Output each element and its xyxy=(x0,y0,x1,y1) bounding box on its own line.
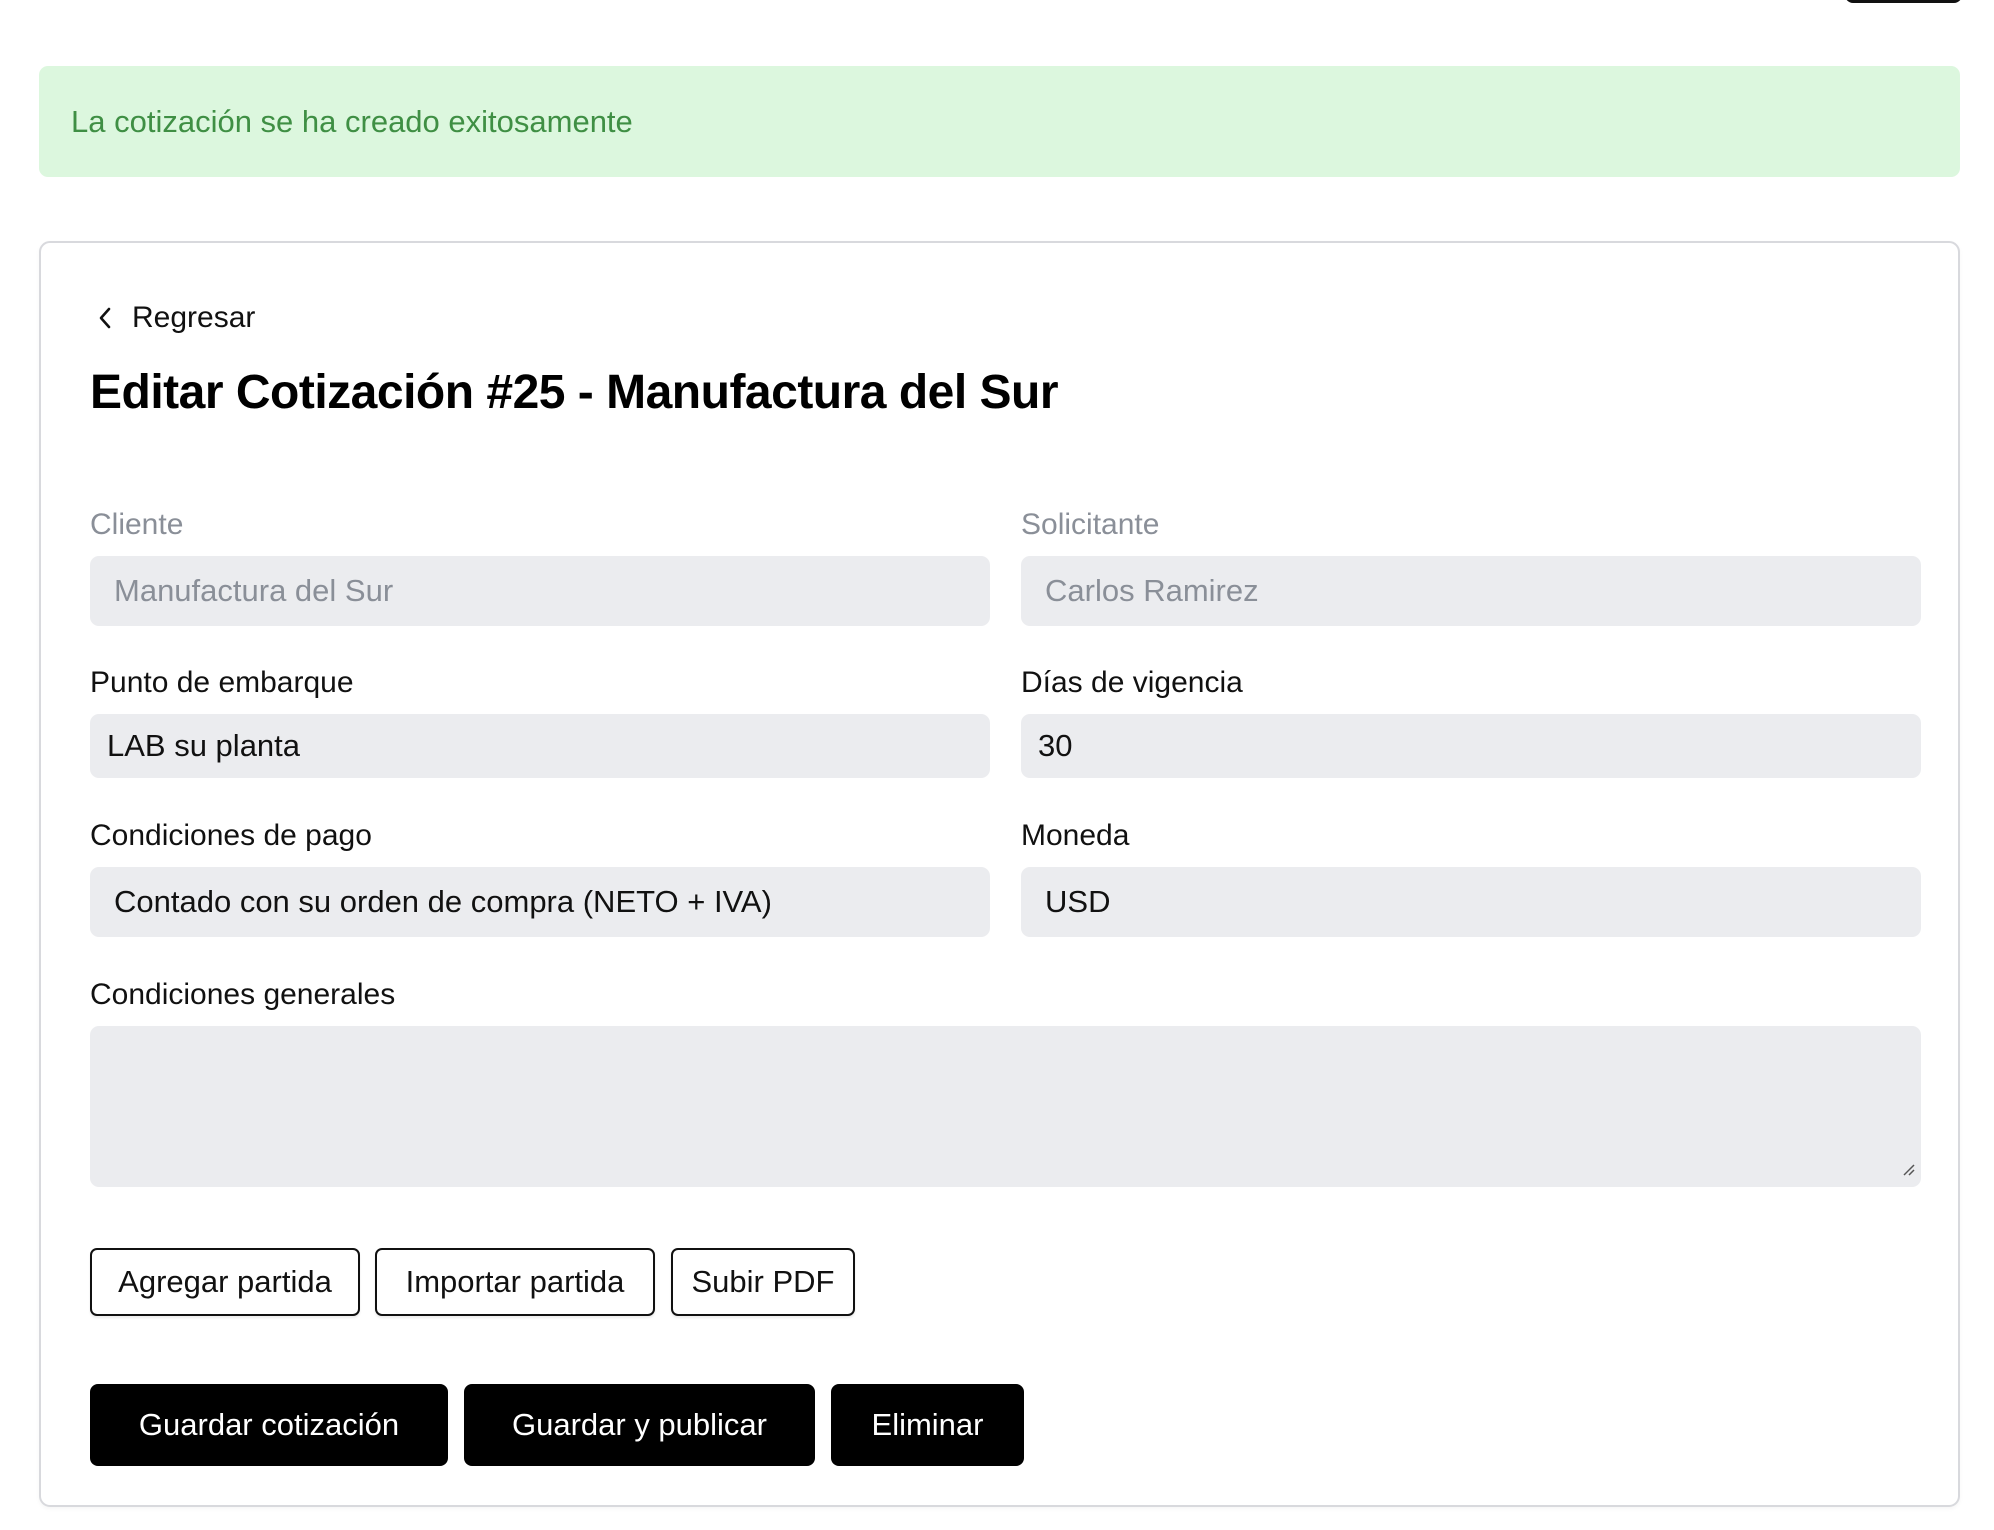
dias-vigencia-label: Días de vigencia xyxy=(1021,666,1243,699)
chevron-left-icon xyxy=(98,306,112,330)
resize-handle-icon[interactable] xyxy=(1901,1162,1915,1181)
subir-pdf-button[interactable]: Subir PDF xyxy=(671,1248,855,1316)
top-edge-button[interactable] xyxy=(1845,0,1962,3)
condiciones-pago-select[interactable]: Contado con su orden de compra (NETO + I… xyxy=(90,867,990,937)
condiciones-generales-label: Condiciones generales xyxy=(90,978,396,1011)
condiciones-pago-value: Contado con su orden de compra (NETO + I… xyxy=(114,884,772,919)
guardar-cotizacion-button[interactable]: Guardar cotización xyxy=(90,1384,448,1466)
solicitante-input xyxy=(1045,556,1921,626)
moneda-value: USD xyxy=(1045,884,1111,919)
condiciones-pago-label: Condiciones de pago xyxy=(90,819,372,852)
agregar-partida-button[interactable]: Agregar partida xyxy=(90,1248,360,1316)
dias-vigencia-field[interactable] xyxy=(1021,714,1921,778)
success-alert-message: La cotización se ha creado exitosamente xyxy=(71,103,633,139)
punto-embarque-field[interactable] xyxy=(90,714,990,778)
quote-edit-card: Regresar Editar Cotización #25 - Manufac… xyxy=(39,241,1960,1507)
solicitante-field xyxy=(1021,556,1921,626)
dias-vigencia-input[interactable] xyxy=(1038,714,1921,778)
guardar-publicar-button[interactable]: Guardar y publicar xyxy=(464,1384,815,1466)
punto-embarque-input[interactable] xyxy=(107,714,990,778)
moneda-label: Moneda xyxy=(1021,819,1130,852)
back-link-label: Regresar xyxy=(132,301,256,334)
solicitante-label: Solicitante xyxy=(1021,508,1160,541)
moneda-select[interactable]: USD xyxy=(1021,867,1921,937)
success-alert: La cotización se ha creado exitosamente xyxy=(39,66,1960,177)
back-link[interactable]: Regresar xyxy=(98,298,255,338)
importar-partida-button[interactable]: Importar partida xyxy=(375,1248,655,1316)
condiciones-generales-textarea[interactable] xyxy=(90,1026,1921,1187)
page-title: Editar Cotización #25 - Manufactura del … xyxy=(90,366,1059,419)
punto-embarque-label: Punto de embarque xyxy=(90,666,354,699)
cliente-input xyxy=(114,556,990,626)
eliminar-button[interactable]: Eliminar xyxy=(831,1384,1024,1466)
cliente-field xyxy=(90,556,990,626)
cliente-label: Cliente xyxy=(90,508,184,541)
